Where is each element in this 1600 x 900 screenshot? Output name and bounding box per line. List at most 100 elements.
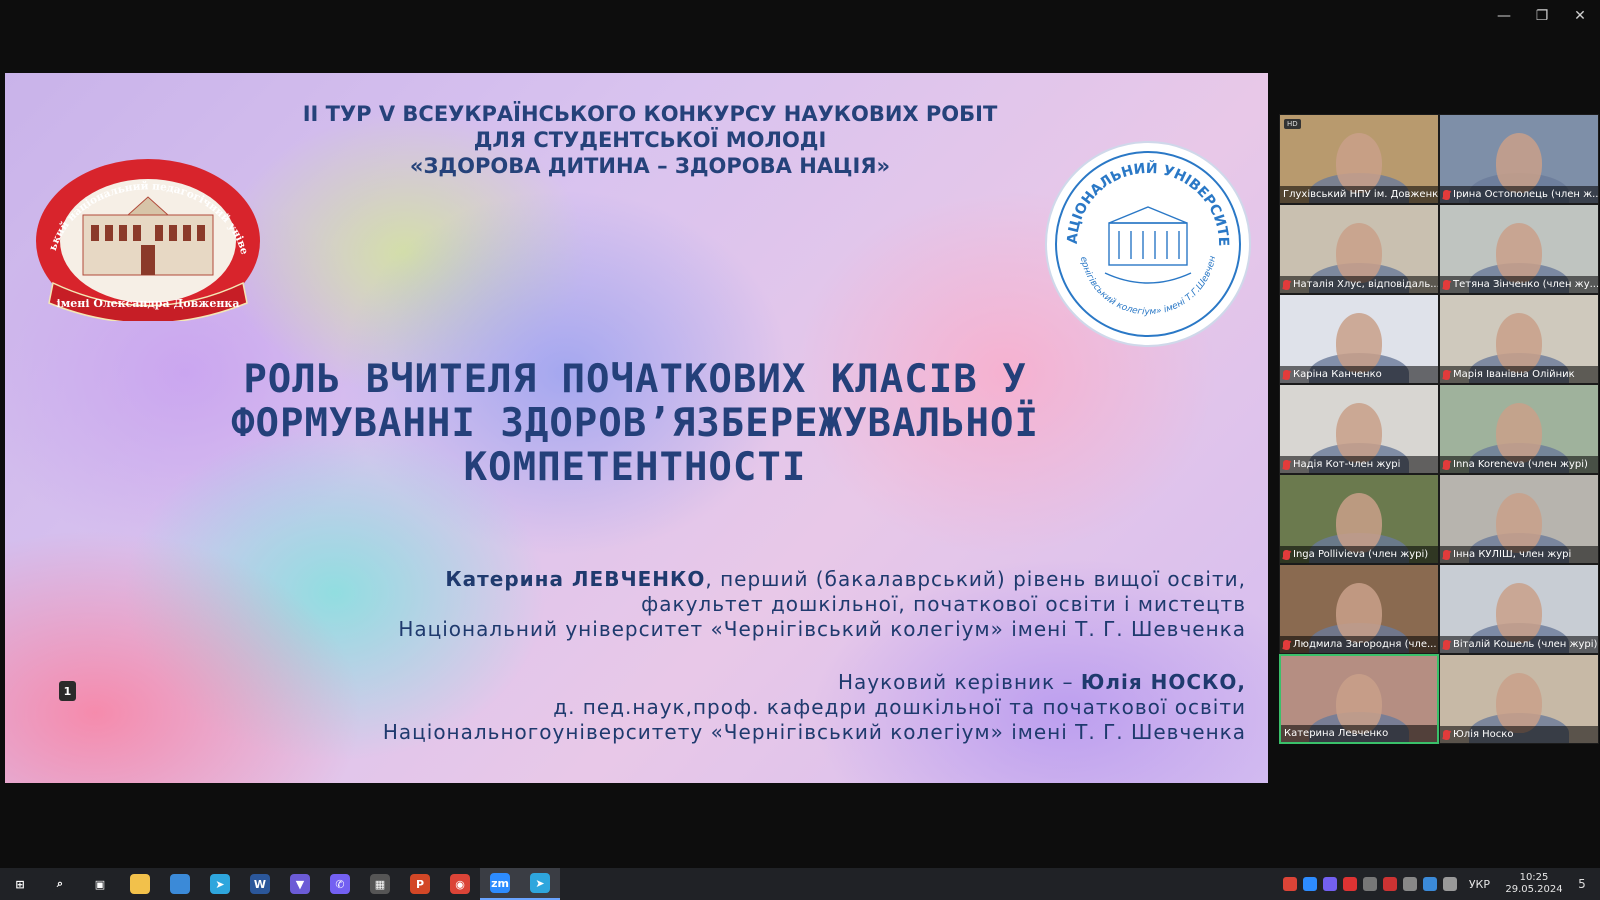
participant-tile[interactable]: Inga Pollivieva (член журі) — [1279, 474, 1439, 564]
mic-muted-icon — [1443, 459, 1450, 470]
supervisor-university: Національногоуніверситету «Чернігівський… — [382, 720, 1246, 744]
word-icon: W — [250, 874, 270, 894]
telegram-taskbar-button[interactable]: ➤ — [200, 868, 240, 900]
word-taskbar-button[interactable]: W — [240, 868, 280, 900]
participant-name: Inna Koreneva (член журі) — [1453, 459, 1588, 470]
participant-tile[interactable]: Тетяна Зінченко (член жу... — [1439, 204, 1599, 294]
mic-muted-icon — [1283, 459, 1290, 470]
header-line: ІІ ТУР V ВСЕУКРАЇНСЬКОГО КОНКУРСУ НАУКОВ… — [302, 102, 998, 126]
participant-video-face — [1496, 403, 1542, 463]
antivirus-tray-icon[interactable] — [1342, 877, 1357, 891]
language-indicator[interactable]: УКР — [1469, 878, 1490, 891]
participant-tile[interactable]: Каріна Канченко — [1279, 294, 1439, 384]
mic-muted-icon — [1283, 549, 1290, 560]
restore-button[interactable]: ❐ — [1532, 6, 1552, 26]
participant-video-face — [1336, 403, 1382, 463]
system-tray: УКР 10:25 29.05.2024 5 — [1282, 868, 1600, 900]
zoom-tray-icon[interactable] — [1302, 877, 1317, 891]
author-faculty: факультет дошкільної, початкової освіти … — [641, 592, 1246, 616]
participant-name: Inga Pollivieva (член журі) — [1293, 549, 1429, 560]
search-icon: ⌕ — [50, 874, 70, 894]
viber-icon: ✆ — [330, 874, 350, 894]
minimize-button[interactable]: — — [1494, 6, 1514, 26]
participant-name-bar: Людмила Загородня (чле... — [1280, 636, 1438, 653]
participant-tile[interactable]: Інна КУЛІШ, член журі — [1439, 474, 1599, 564]
participant-name: Ірина Остополець (член ж... — [1453, 189, 1598, 200]
participant-name: Інна КУЛІШ, член журі — [1453, 549, 1572, 560]
chernihiv-collegium-logo: НАЦІОНАЛЬНИЙ УНІВЕРСИТЕТ «Чернігівський … — [1045, 141, 1251, 347]
volume-tray-icon[interactable] — [1442, 877, 1457, 891]
chrome-taskbar-button[interactable]: ◉ — [440, 868, 480, 900]
clock[interactable]: 10:25 29.05.2024 — [1502, 872, 1566, 896]
participant-name: Віталій Кошель (член журі) — [1453, 639, 1598, 650]
participant-video-face — [1496, 223, 1542, 283]
participant-tile[interactable]: Марія Іванівна Олійник — [1439, 294, 1599, 384]
chrome-tray-icon[interactable] — [1282, 877, 1297, 891]
search-taskbar-button[interactable]: ⌕ — [40, 868, 80, 900]
viber-taskbar-button[interactable]: ✆ — [320, 868, 360, 900]
zoom-taskbar-button[interactable]: zm — [480, 868, 520, 900]
mic-muted-icon — [1443, 549, 1450, 560]
bluetooth-tray-icon[interactable] — [1422, 877, 1437, 891]
powerpoint-taskbar-button[interactable]: P — [400, 868, 440, 900]
participant-name: Тетяна Зінченко (член жу... — [1453, 279, 1598, 290]
participant-tile[interactable]: Наталія Хлус, відповідаль... — [1279, 204, 1439, 294]
folder-tray-icon[interactable] — [1362, 877, 1377, 891]
participant-name: Людмила Загородня (чле... — [1293, 639, 1437, 650]
header-line: ДЛЯ СТУДЕНТСЬКОЇ МОЛОДІ — [473, 128, 827, 152]
title-line: КОМПЕТЕНТНОСТІ — [463, 445, 807, 490]
hd-badge: HD — [1284, 119, 1301, 129]
taskbar: ⊞ ⌕ ▣ ➤ W ▼ ✆ ▦ P ◉ zm ➤ УКР 10:25 29.05.2024 5 — [0, 868, 1600, 900]
participant-video-face — [1496, 673, 1542, 733]
mic-muted-icon — [1443, 639, 1450, 650]
network-tray-icon[interactable] — [1402, 877, 1417, 891]
participant-tile[interactable]: Людмила Загородня (чле... — [1279, 564, 1439, 654]
chrome-icon: ◉ — [450, 874, 470, 894]
close-button[interactable]: ✕ — [1570, 6, 1590, 26]
mic-muted-icon — [1443, 729, 1450, 740]
participant-name-bar: Ірина Остополець (член ж... — [1440, 186, 1598, 203]
participant-video-face — [1496, 313, 1542, 373]
glukhiv-university-logo: Глухівський національний педагогічний ун… — [33, 153, 260, 321]
participant-name-bar: Інна КУЛІШ, член журі — [1440, 546, 1598, 563]
participants-gallery: HD Глухівський НПУ ім. Довженка Ірина Осто… — [1279, 114, 1599, 744]
participant-tile[interactable]: Ірина Остополець (член ж... — [1439, 114, 1599, 204]
participant-name: Марія Іванівна Олійник — [1453, 369, 1575, 380]
file-explorer-taskbar-button[interactable] — [120, 868, 160, 900]
participant-name: Наталія Хлус, відповідаль... — [1293, 279, 1438, 290]
participant-tile[interactable]: Віталій Кошель (член журі) — [1439, 564, 1599, 654]
viber-tray-icon[interactable] — [1322, 877, 1337, 891]
vpn-taskbar-button[interactable]: ▼ — [280, 868, 320, 900]
video-editor-taskbar-button[interactable]: ▦ — [360, 868, 400, 900]
logo-left-ribbon-text: імені Олександра Довженка — [57, 297, 240, 310]
file-explorer-icon — [130, 874, 150, 894]
telegram-2-taskbar-button[interactable]: ➤ — [520, 868, 560, 900]
supervisor-info: Науковий керівник – Юлія НОСКО, д. пед.н… — [383, 670, 1246, 745]
header-line: «ЗДОРОВА ДИТИНА – ЗДОРОВА НАЦІЯ» — [409, 154, 891, 178]
windows-start-taskbar-button[interactable]: ⊞ — [0, 868, 40, 900]
telegram-2-icon: ➤ — [530, 873, 550, 893]
participant-video-face — [1336, 493, 1382, 553]
participant-name-bar: Марія Іванівна Олійник — [1440, 366, 1598, 383]
notification-center-button[interactable]: 5 — [1572, 874, 1592, 894]
svg-text:НАЦІОНАЛЬНИЙ УНІВЕРСИТЕТ: НАЦІОНАЛЬНИЙ УНІВЕРСИТЕТ — [1045, 141, 1231, 247]
windows-start-icon: ⊞ — [10, 874, 30, 894]
participant-name: Глухівський НПУ ім. Довженка — [1283, 189, 1438, 200]
participant-tile[interactable]: Катерина Левченко — [1279, 654, 1439, 744]
participant-tile[interactable]: Надія Кот-член журі — [1279, 384, 1439, 474]
participant-name-bar: Катерина Левченко — [1281, 725, 1437, 742]
mail-taskbar-button[interactable] — [160, 868, 200, 900]
participant-video-face — [1336, 583, 1382, 643]
participant-tile[interactable]: Inna Koreneva (член журі) — [1439, 384, 1599, 474]
participant-video-face — [1496, 493, 1542, 553]
supervisor-prefix: Науковий керівник – — [837, 670, 1081, 694]
participant-tile[interactable]: Юлія Носко — [1439, 654, 1599, 744]
participant-tile[interactable]: HD Глухівський НПУ ім. Довженка — [1279, 114, 1439, 204]
powerpoint-icon: P — [410, 874, 430, 894]
zoom-icon: zm — [490, 873, 510, 893]
participant-video-face — [1496, 583, 1542, 643]
notification-count: 5 — [1578, 877, 1586, 891]
pdf-tray-icon[interactable] — [1382, 877, 1397, 891]
task-view-taskbar-button[interactable]: ▣ — [80, 868, 120, 900]
participant-name-bar: Надія Кот-член журі — [1280, 456, 1438, 473]
